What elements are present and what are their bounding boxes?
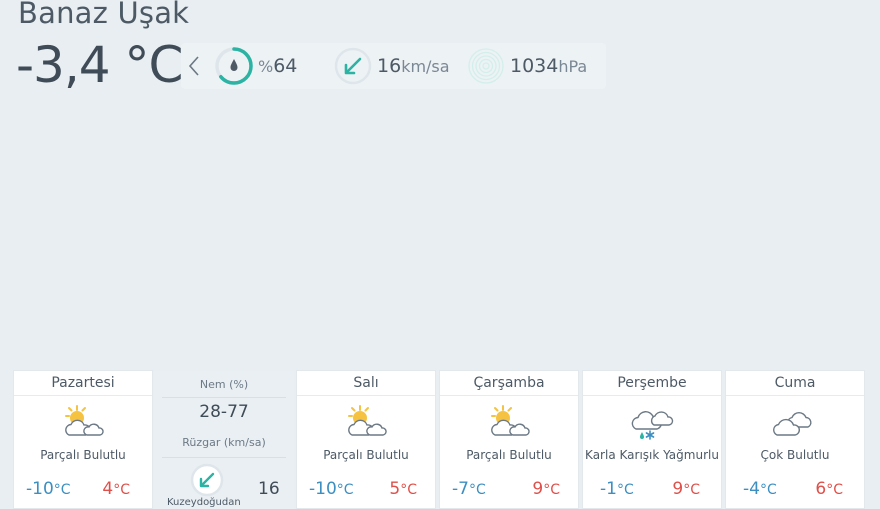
humidity-stat: % 64 [214, 43, 297, 89]
forecast-day[interactable]: Salı Parçalı Bulutlu -10°C 5°C [296, 370, 436, 509]
divider [162, 397, 286, 398]
forecast-day[interactable]: Perşembe Karla Karışık Yağmurlu -1°C 9°C [582, 370, 722, 509]
day-detail-panel: Nem (%) 28-77 Rüzgar (km/sa) Kuzeydoğuda… [154, 371, 294, 509]
max-temperature: 5°C [389, 479, 417, 499]
max-temperature: 9°C [532, 479, 560, 499]
min-temperature: -7°C [452, 479, 486, 499]
cloudy-icon [726, 403, 864, 443]
day-name: Pazartesi [14, 371, 152, 396]
day-description: Çok Bulutlu [760, 448, 830, 462]
divider [162, 457, 286, 458]
max-temperature: 4°C [102, 479, 130, 499]
forecast-strip: Pazartesi Parçalı Bulutlu -10°C 4°C Nem … [13, 370, 865, 509]
min-temperature: -10°C [309, 479, 354, 499]
humidity-gauge-icon [215, 47, 253, 85]
day-name: Cuma [726, 371, 864, 396]
sleet-icon [583, 403, 721, 443]
day-description: Parçalı Bulutlu [40, 448, 126, 462]
wind-unit: km/sa [401, 56, 450, 76]
humidity-prefix: % [258, 56, 274, 76]
min-temperature: -1°C [600, 479, 634, 499]
max-temperature: 6°C [815, 479, 843, 499]
pressure-unit: hPa [558, 56, 588, 76]
wind-direction-text: Kuzeydoğudan [167, 497, 241, 508]
humidity-value: 64 [273, 55, 298, 77]
pressure-icon [468, 48, 504, 84]
partly-cloudy-icon [440, 403, 578, 443]
day-description: Parçalı Bulutlu [323, 448, 409, 462]
day-name: Çarşamba [440, 371, 578, 396]
forecast-day[interactable]: Cuma Çok Bulutlu -4°C 6°C [725, 370, 865, 509]
day-name: Perşembe [583, 371, 721, 396]
wind-stat: 16 km/sa [333, 43, 450, 89]
forecast-day[interactable]: Çarşamba Parçalı Bulutlu -7°C 9°C [439, 370, 579, 509]
humidity-label: Nem (%) [199, 378, 249, 391]
wind-value: 16 [377, 55, 402, 77]
current-stats-bar: % 64 16 km/sa 1034 hPa [181, 43, 606, 89]
partly-cloudy-icon [297, 403, 435, 443]
chevron-left-icon[interactable] [187, 55, 201, 77]
pressure-value: 1034 [510, 55, 559, 77]
min-temperature: -10°C [26, 479, 71, 499]
max-temperature: 9°C [672, 479, 700, 499]
humidity-range: 28-77 [199, 402, 249, 422]
wind-speed: 16 [258, 479, 280, 499]
min-temperature: -4°C [743, 479, 777, 499]
day-name: Salı [297, 371, 435, 396]
forecast-day[interactable]: Pazartesi Parçalı Bulutlu -10°C 4°C Nem … [13, 370, 294, 509]
pressure-stat: 1034 hPa [466, 43, 587, 89]
wind-label: Rüzgar (km/sa) [182, 436, 266, 449]
day-description: Karla Karışık Yağmurlu [585, 448, 719, 462]
wind-direction-icon [334, 47, 372, 85]
wind-direction-icon [190, 463, 224, 497]
day-description: Parçalı Bulutlu [466, 448, 552, 462]
location-title: Banaz Uşak [18, 0, 190, 30]
current-temperature: -3,4 °C [16, 36, 183, 94]
partly-cloudy-icon [14, 403, 152, 443]
